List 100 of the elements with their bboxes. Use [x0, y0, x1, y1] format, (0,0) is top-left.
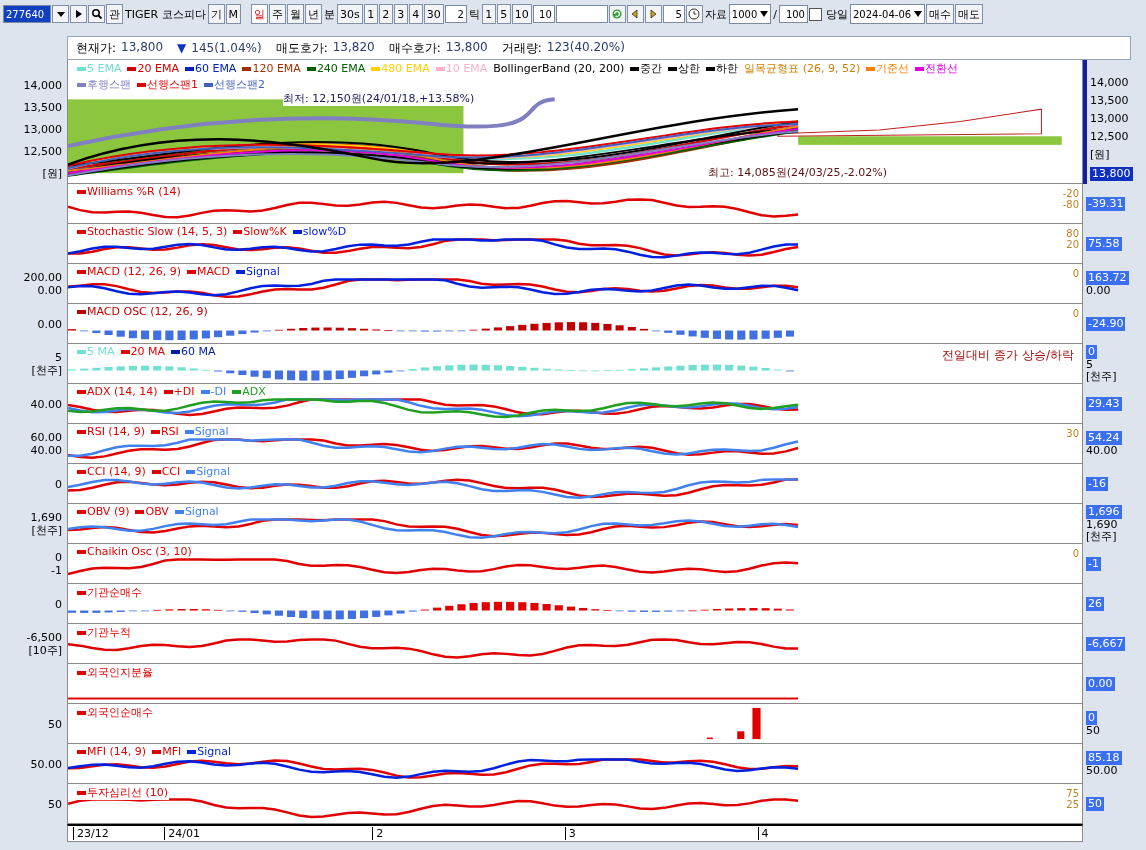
- legend-label: ADX: [242, 385, 266, 398]
- low-price-note: 최저: 12,150원(24/01/18,+13.58%): [283, 91, 475, 106]
- axis-tick: [천주]: [31, 524, 62, 537]
- legend-label: 중간: [640, 61, 663, 76]
- axis-tick: [천주]: [31, 364, 62, 377]
- reference-label: 20: [1066, 239, 1079, 250]
- value-badge: 26: [1086, 597, 1104, 611]
- legend-label: OBV (9): [87, 505, 130, 518]
- toolbar-button[interactable]: 월: [287, 4, 305, 24]
- quote-label: 매도호가:: [275, 39, 328, 57]
- legend-label: Signal: [194, 425, 229, 438]
- legend-label: 선행스팬1: [147, 77, 198, 92]
- toolbar-button[interactable]: 5: [496, 4, 511, 24]
- axis-tick: 50.00: [1086, 765, 1118, 777]
- value-badge: 50: [1086, 797, 1104, 811]
- toolbar-label: 틱: [467, 6, 481, 22]
- legend-label: 하한: [716, 61, 739, 76]
- legend-label: MFI (14, 9): [87, 745, 147, 758]
- legend-label: Signal: [196, 465, 231, 478]
- reference-label: 0: [1072, 268, 1079, 279]
- toolbar-button[interactable]: 년: [305, 4, 323, 24]
- legend-label: 120 EMA: [252, 62, 301, 75]
- value-badge: 0: [1086, 711, 1097, 725]
- toolbar-button[interactable]: 1: [363, 4, 378, 24]
- toolbar-button[interactable]: 일: [251, 4, 269, 24]
- value-badge: -39.31: [1086, 197, 1126, 211]
- legend-label: 기관누적: [87, 625, 131, 640]
- price-badge: 13,800: [1090, 167, 1133, 181]
- axis-tick: 5: [55, 351, 62, 364]
- axis-tick: 1,690: [30, 511, 62, 524]
- legend-label: 60 EMA: [194, 62, 237, 75]
- legend-label: MFI: [162, 745, 182, 758]
- toolbar-button[interactable]: 2: [378, 4, 393, 24]
- axis-tick: [천주]: [1086, 531, 1117, 543]
- legend-label: 10 EMA: [445, 62, 488, 75]
- reference-label: 80: [1066, 228, 1079, 239]
- legend-label: OBV: [145, 505, 169, 518]
- toolbar-button[interactable]: 매수: [926, 4, 955, 24]
- axis-tick: 13,500: [1090, 95, 1129, 107]
- axis-tick: 40.00: [1086, 445, 1118, 457]
- legend-label: 선행스팬2: [214, 77, 265, 92]
- axis-tick: -6,500: [26, 631, 62, 644]
- value-badge: 75.58: [1086, 237, 1122, 251]
- toolbar-button[interactable]: 30: [423, 4, 444, 24]
- toolbar-button[interactable]: 매도: [955, 4, 984, 24]
- value-badge: 1,696: [1086, 505, 1122, 519]
- reference-label: 0: [1072, 308, 1079, 319]
- legend-label: 5 MA: [87, 345, 115, 358]
- legend-label: 5 EMA: [87, 62, 122, 75]
- value-badge: 85.18: [1086, 751, 1122, 765]
- toolbar-button[interactable]: 관: [106, 4, 123, 24]
- legend-label: MACD (12, 26, 9): [87, 265, 182, 278]
- axis-tick: 12,500: [23, 144, 62, 158]
- legend-label: RSI (14, 9): [87, 425, 145, 438]
- legend-label: 20 EMA: [137, 62, 179, 75]
- legend-label: 전환선: [925, 61, 959, 76]
- input-field[interactable]: 2: [444, 5, 467, 23]
- value-badge: 54.24: [1086, 431, 1122, 445]
- value-badge: 163.72: [1086, 271, 1129, 285]
- toolbar-button[interactable]: 4: [408, 4, 423, 24]
- legend-label: +DI: [173, 385, 195, 398]
- axis-tick: 0: [55, 477, 62, 491]
- select-field[interactable]: 1000: [728, 4, 772, 24]
- toolbar-button[interactable]: 기: [207, 4, 225, 24]
- legend-label: 20 MA: [130, 345, 166, 358]
- select-field[interactable]: 2024-04-06: [850, 4, 926, 24]
- toolbar-button[interactable]: 3: [393, 4, 408, 24]
- input-field[interactable]: 10: [532, 5, 555, 23]
- legend-label: Signal: [246, 265, 280, 278]
- axis-tick: 50: [1086, 725, 1100, 737]
- legend-label: 외국인순매수: [87, 705, 153, 720]
- legend-label: Williams %R (14): [87, 185, 181, 198]
- value-badge: 0.00: [1086, 677, 1115, 691]
- legend-label: MACD OSC (12, 26, 9): [87, 305, 208, 318]
- toolbar-button[interactable]: 10: [511, 4, 532, 24]
- toolbar-button[interactable]: 1: [481, 4, 496, 24]
- legend-label: 투자심리선 (10): [87, 785, 169, 800]
- reference-label: 25: [1066, 799, 1079, 810]
- axis-tick: 50.00: [30, 757, 62, 771]
- legend-label: 기관순매수: [87, 585, 142, 600]
- legend-label: Slow%K: [243, 225, 287, 238]
- input-field[interactable]: 100: [779, 5, 808, 23]
- toolbar-label: TIGER 코스피다: [124, 6, 207, 22]
- axis-tick: 12,500: [1090, 131, 1129, 143]
- axis-tick: 40.00: [30, 397, 62, 411]
- axis-tick: [원]: [42, 166, 62, 180]
- value-badge: -1: [1086, 557, 1101, 571]
- high-price-note: 최고: 14,085원(24/03/25,-2.02%): [708, 165, 888, 180]
- value-badge: 29.43: [1086, 397, 1122, 411]
- axis-tick: 5: [1086, 359, 1093, 371]
- value-badge: -16: [1086, 477, 1108, 491]
- toolbar-button[interactable]: M: [225, 4, 242, 24]
- toolbar-button[interactable]: 30s: [337, 4, 363, 24]
- axis-tick: 40.00: [30, 444, 62, 457]
- axis-tick: [원]: [1090, 149, 1110, 161]
- axis-tick: 0.00: [37, 317, 62, 331]
- input-field[interactable]: 5: [662, 5, 685, 23]
- axis-tick: 0: [55, 597, 62, 611]
- input-field[interactable]: 277640: [3, 5, 51, 23]
- toolbar-button[interactable]: 주: [269, 4, 287, 24]
